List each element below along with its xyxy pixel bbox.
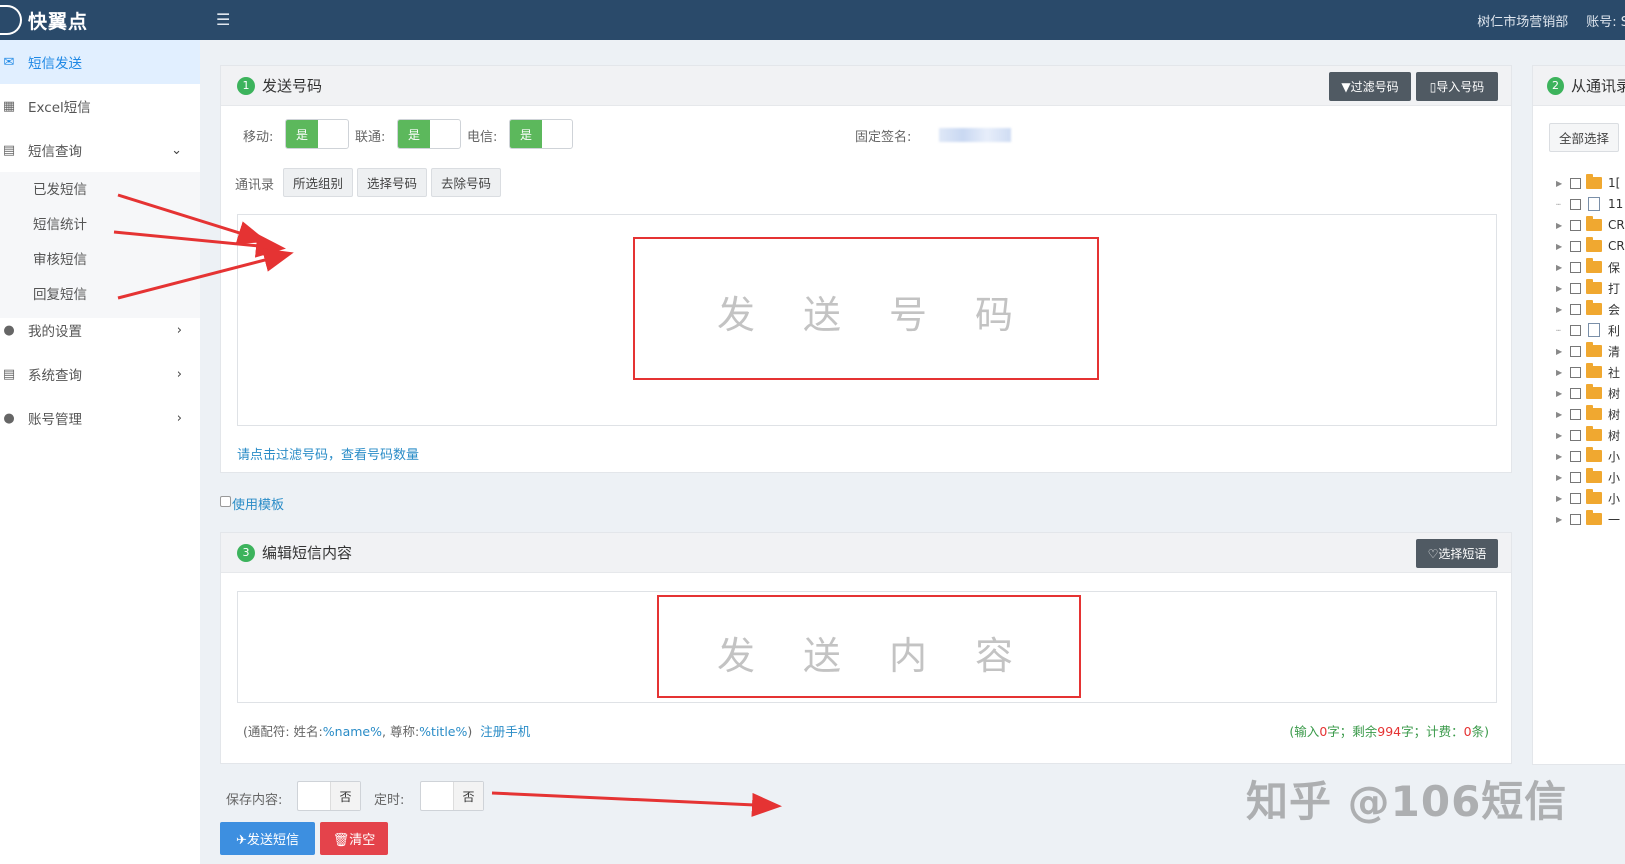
annotation-arrows <box>113 193 782 817</box>
arrow-to-sms-stats <box>113 230 286 258</box>
arrow-to-timer <box>491 791 782 817</box>
arrow-to-reply-sms <box>117 248 294 300</box>
